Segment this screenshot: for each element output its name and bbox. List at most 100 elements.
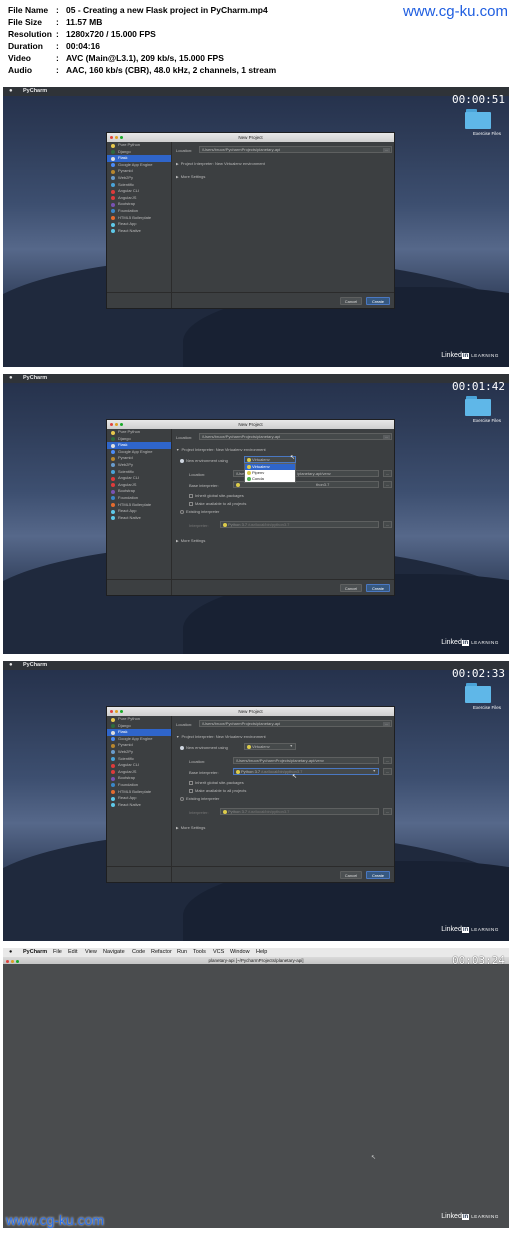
inherit-packages-checkbox[interactable]: Inherit global site-packages <box>189 780 244 785</box>
env-location-browse-button[interactable]: ... <box>383 757 392 764</box>
make-available-checkbox[interactable]: Make available to all projects <box>189 501 246 506</box>
menu-navigate[interactable]: Navigate <box>103 948 125 957</box>
maximize-window-icon[interactable] <box>120 710 123 713</box>
new-environment-radio[interactable]: New environment using <box>180 458 228 463</box>
existing-interpreter-radio[interactable]: Existing interpreter <box>180 509 219 514</box>
create-button[interactable]: Create <box>366 297 390 305</box>
existing-interpreter-select[interactable]: Python 3.7 /usr/local/bin/python3.7 <box>220 808 379 815</box>
maximize-window-icon[interactable] <box>16 960 19 963</box>
cancel-button[interactable]: Cancel <box>340 584 362 592</box>
desktop-folder-label[interactable]: Exercise Files <box>473 705 501 710</box>
sidebar-item-scientific[interactable]: Scientific <box>107 756 171 763</box>
sidebar-item-bootstrap[interactable]: Bootstrap <box>107 488 171 495</box>
sidebar-item-flask[interactable]: Flask <box>107 155 171 162</box>
sidebar-item-foundation[interactable]: Foundation <box>107 782 171 789</box>
environment-tool-select[interactable]: Virtualenv <box>244 456 296 463</box>
inherit-packages-checkbox[interactable]: Inherit global site-packages <box>189 493 244 498</box>
menu-run[interactable]: Run <box>177 948 187 957</box>
sidebar-item-django[interactable]: Django <box>107 723 171 730</box>
existing-interpreter-radio[interactable]: Existing interpreter <box>180 796 219 801</box>
sidebar-item-django[interactable]: Django <box>107 149 171 156</box>
sidebar-item-flask[interactable]: Flask <box>107 729 171 736</box>
more-settings-toggle[interactable]: ▶ More Settings <box>176 538 205 543</box>
menu-tools[interactable]: Tools <box>193 948 206 957</box>
sidebar-item-google-app-engine[interactable]: Google App Engine <box>107 736 171 743</box>
sidebar-item-pure-python[interactable]: Pure Python <box>107 429 171 436</box>
cancel-button[interactable]: Cancel <box>340 871 362 879</box>
sidebar-item-angularjs[interactable]: AngularJS <box>107 195 171 202</box>
env-location-input[interactable]: /Users/bruce/PycharmProjects/planetary-a… <box>233 757 379 764</box>
close-window-icon[interactable] <box>6 960 9 963</box>
make-available-checkbox[interactable]: Make available to all projects <box>189 788 246 793</box>
sidebar-item-flask[interactable]: Flask <box>107 442 171 449</box>
sidebar-item-react-native[interactable]: React Native <box>107 802 171 809</box>
menu-view[interactable]: View <box>85 948 97 957</box>
sidebar-item-angular-cli[interactable]: Angular CLI <box>107 475 171 482</box>
sidebar-item-django[interactable]: Django <box>107 436 171 443</box>
folder-icon[interactable] <box>465 396 491 416</box>
interpreter-section-toggle[interactable]: ▶ Project Interpreter: New Virtualenv env… <box>176 161 265 166</box>
sidebar-item-bootstrap[interactable]: Bootstrap <box>107 201 171 208</box>
browse-folder-button[interactable]: ... <box>383 722 390 726</box>
sidebar-item-angular-cli[interactable]: Angular CLI <box>107 762 171 769</box>
sidebar-item-bootstrap[interactable]: Bootstrap <box>107 775 171 782</box>
create-button[interactable]: Create <box>366 584 390 592</box>
env-location-browse-button[interactable]: ... <box>383 470 392 477</box>
create-button[interactable]: Create <box>366 871 390 879</box>
menubar-app-name[interactable]: PyCharm <box>23 661 47 670</box>
minimize-window-icon[interactable] <box>11 960 14 963</box>
dropdown-option-conda[interactable]: Conda <box>245 476 295 482</box>
minimize-window-icon[interactable] <box>115 136 118 139</box>
menu-pycharm[interactable]: PyCharm <box>23 948 47 957</box>
ide-editor-area[interactable] <box>3 964 509 1228</box>
menu-code[interactable]: Code <box>132 948 145 957</box>
maximize-window-icon[interactable] <box>120 136 123 139</box>
maximize-window-icon[interactable] <box>120 423 123 426</box>
apple-icon[interactable]: ● <box>9 87 13 96</box>
close-window-icon[interactable] <box>110 423 113 426</box>
sidebar-item-scientific[interactable]: Scientific <box>107 182 171 189</box>
sidebar-item-pyramid[interactable]: Pyramid <box>107 742 171 749</box>
interpreter-section-toggle[interactable]: ▼ Project Interpreter: New Virtualenv env… <box>176 734 266 739</box>
location-input[interactable]: /Users/bruce/PycharmProjects/planetary-a… <box>199 720 392 727</box>
close-window-icon[interactable] <box>110 710 113 713</box>
sidebar-item-web2py[interactable]: Web2Py <box>107 175 171 182</box>
minimize-window-icon[interactable] <box>115 423 118 426</box>
menu-edit[interactable]: Edit <box>68 948 77 957</box>
more-settings-toggle[interactable]: ▶ More Settings <box>176 825 205 830</box>
sidebar-item-angularjs[interactable]: AngularJS <box>107 482 171 489</box>
close-window-icon[interactable] <box>110 136 113 139</box>
interpreter-section-toggle[interactable]: ▼ Project Interpreter: New Virtualenv env… <box>176 447 266 452</box>
sidebar-item-pure-python[interactable]: Pure Python <box>107 142 171 149</box>
sidebar-item-angular-cli[interactable]: Angular CLI <box>107 188 171 195</box>
menu-window[interactable]: Window <box>230 948 250 957</box>
sidebar-item-react-app[interactable]: React App <box>107 795 171 802</box>
sidebar-item-angularjs[interactable]: AngularJS <box>107 769 171 776</box>
menu-help[interactable]: Help <box>256 948 267 957</box>
sidebar-item-pure-python[interactable]: Pure Python <box>107 716 171 723</box>
base-interpreter-select[interactable]: Python 3.7 /usr/local/bin/python3.7 ▼ <box>233 768 379 775</box>
sidebar-item-pyramid[interactable]: Pyramid <box>107 168 171 175</box>
sidebar-item-foundation[interactable]: Foundation <box>107 208 171 215</box>
existing-interpreter-browse-button[interactable]: ... <box>383 521 392 528</box>
more-settings-toggle[interactable]: ▶ More Settings <box>176 174 205 179</box>
location-input[interactable]: /Users/bruce/PycharmProjects/planetary-a… <box>199 146 392 153</box>
sidebar-item-html5-boilerplate[interactable]: HTML5 Boilerplate <box>107 789 171 796</box>
sidebar-item-react-native[interactable]: React Native <box>107 228 171 235</box>
folder-icon[interactable] <box>465 109 491 129</box>
apple-icon[interactable]: ● <box>9 374 13 383</box>
base-interpreter-browse-button[interactable]: ... <box>383 768 392 775</box>
base-interpreter-browse-button[interactable]: ... <box>383 481 392 488</box>
menubar-app-name[interactable]: PyCharm <box>23 87 47 96</box>
sidebar-item-web2py[interactable]: Web2Py <box>107 462 171 469</box>
apple-icon[interactable]: ● <box>9 948 12 957</box>
sidebar-item-html5-boilerplate[interactable]: HTML5 Boilerplate <box>107 215 171 222</box>
sidebar-item-google-app-engine[interactable]: Google App Engine <box>107 449 171 456</box>
sidebar-item-web2py[interactable]: Web2Py <box>107 749 171 756</box>
browse-folder-button[interactable]: ... <box>383 435 390 439</box>
browse-folder-button[interactable]: ... <box>383 148 390 152</box>
existing-interpreter-browse-button[interactable]: ... <box>383 808 392 815</box>
menu-vcs[interactable]: VCS <box>213 948 224 957</box>
desktop-folder-label[interactable]: Exercise Files <box>473 418 501 423</box>
minimize-window-icon[interactable] <box>115 710 118 713</box>
